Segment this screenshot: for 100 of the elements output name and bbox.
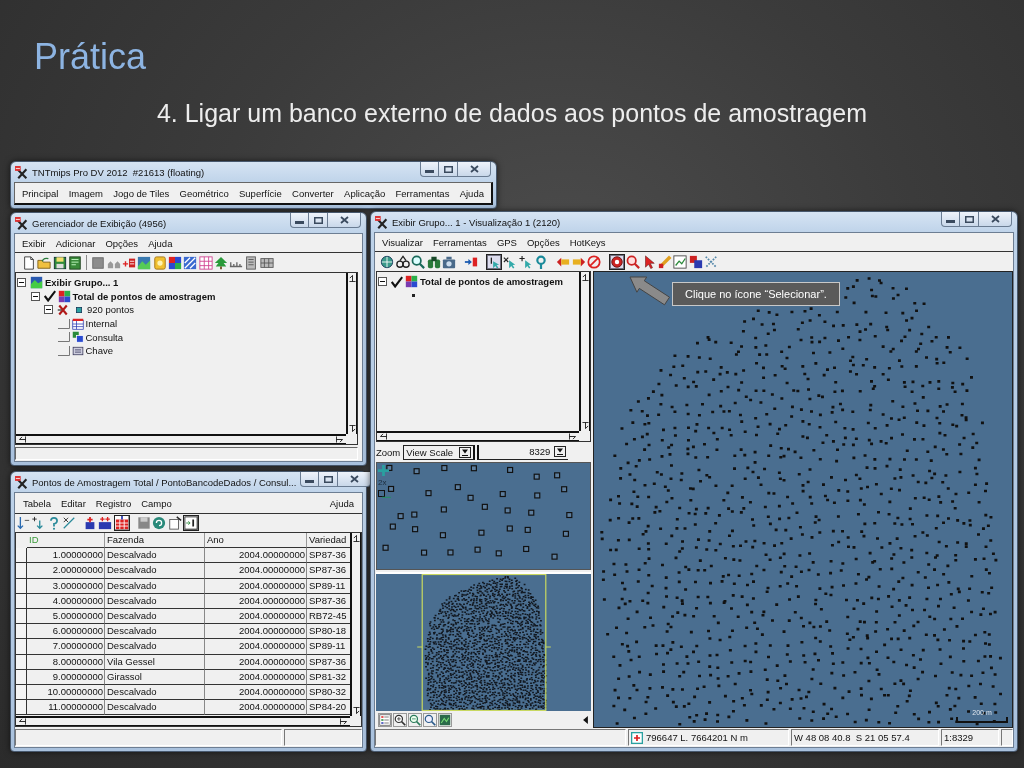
menu-item[interactable]: Exibir [22, 237, 46, 249]
scroll-down-icon[interactable] [581, 422, 589, 429]
binoculars-icon[interactable] [426, 254, 441, 269]
row-marker[interactable] [16, 563, 27, 579]
pointer-box-icon[interactable] [485, 253, 502, 270]
globe-icon[interactable] [380, 254, 394, 269]
minimize-button[interactable] [300, 472, 320, 487]
row-marker[interactable] [16, 684, 27, 701]
close-button[interactable] [338, 472, 372, 487]
edit-document-icon[interactable] [167, 515, 182, 530]
scroll-left-icon[interactable] [19, 718, 26, 725]
scroll-right-icon[interactable] [569, 433, 576, 440]
row-marker[interactable] [16, 654, 27, 670]
pin-icon[interactable] [534, 254, 549, 269]
menu-item[interactable]: Converter [292, 187, 334, 199]
collapse-icon[interactable] [44, 305, 53, 315]
menu-item[interactable]: Campo [141, 497, 172, 509]
save-icon[interactable] [52, 255, 67, 270]
menu-item[interactable]: Ferramentas [395, 187, 450, 199]
horizontal-scrollbar[interactable] [16, 434, 346, 444]
new-document-icon[interactable] [22, 255, 36, 270]
layers-icon[interactable] [688, 254, 703, 269]
checkmark-icon[interactable] [43, 290, 56, 303]
scroll-up-icon[interactable] [352, 535, 360, 542]
menu-item[interactable]: Adicionar [55, 237, 96, 249]
scroll-right-icon[interactable] [340, 718, 347, 725]
insert-records-icon[interactable] [98, 515, 113, 530]
diagonal-layer-icon[interactable] [183, 255, 198, 270]
tree-item-label[interactable]: 920 pontos [87, 304, 134, 316]
square-icon[interactable] [91, 255, 106, 270]
legend-item-label[interactable]: Total de pontos de amostragem [420, 276, 563, 288]
menu-item[interactable]: Registro [95, 497, 132, 509]
menu-item[interactable]: Visualizar [382, 236, 423, 248]
collapse-icon[interactable] [378, 277, 387, 287]
scroll-left-icon[interactable] [380, 433, 387, 440]
maximize-button[interactable] [439, 162, 458, 177]
plus-box-icon[interactable] [631, 731, 643, 744]
ruler-icon[interactable] [657, 254, 672, 269]
sort-icon[interactable] [16, 515, 30, 530]
zoom-box-icon[interactable] [378, 490, 391, 498]
scroll-down-icon[interactable] [348, 425, 356, 432]
row-marker[interactable] [16, 578, 27, 594]
list-icon[interactable] [244, 255, 259, 270]
refresh-icon[interactable] [152, 515, 167, 530]
menu-item[interactable]: Opções [105, 237, 139, 249]
scroll-left-icon[interactable] [19, 436, 26, 443]
menu-item[interactable]: Ajuda [459, 187, 484, 199]
menu-item[interactable]: Jogo de Tiles [113, 187, 170, 199]
close-button[interactable] [328, 213, 361, 228]
camera-icon[interactable] [442, 254, 457, 269]
stop-icon[interactable] [608, 253, 625, 270]
menu-item[interactable]: Opções [526, 236, 560, 248]
zoom-icon[interactable] [411, 254, 426, 269]
open-folder-icon[interactable] [37, 255, 52, 270]
tree-item-label[interactable]: Internal [85, 318, 118, 330]
row-marker[interactable] [16, 669, 27, 685]
zoom-mode-dropdown[interactable]: View Scale [403, 444, 476, 460]
row-marker[interactable] [16, 608, 27, 625]
overview-map[interactable] [376, 572, 591, 711]
rings-icon[interactable] [395, 254, 410, 269]
maximize-button[interactable] [960, 212, 979, 227]
minimize-button[interactable] [290, 213, 309, 228]
menu-item[interactable]: Superfície [239, 187, 282, 199]
chart-icon[interactable] [673, 254, 688, 269]
menu-item[interactable]: Principal [22, 187, 59, 199]
menu-item[interactable]: Geométrico [179, 187, 229, 199]
plus-icon[interactable] [378, 465, 389, 476]
row-marker[interactable] [16, 548, 27, 564]
map-thumbnail-icon[interactable] [438, 712, 452, 727]
zoom-icon[interactable] [423, 712, 437, 727]
horizontal-scrollbar[interactable] [377, 431, 579, 441]
menu-item[interactable]: Ferramentas [433, 236, 487, 248]
vertical-scrollbar[interactable] [350, 533, 361, 716]
menu-item[interactable]: Imagem [68, 187, 104, 199]
zoom-in-icon[interactable] [393, 712, 407, 727]
row-marker[interactable] [16, 593, 27, 609]
tree-item-label[interactable]: Chave [85, 345, 113, 357]
color-grid-icon[interactable] [167, 255, 182, 270]
map-document-icon[interactable] [67, 255, 82, 270]
scale-field[interactable]: 8329 [477, 444, 569, 460]
tree-icon[interactable] [213, 255, 228, 270]
maximize-button[interactable] [309, 213, 328, 228]
magnifier-icon[interactable] [626, 254, 641, 269]
menu-item[interactable]: Tabela [23, 497, 51, 509]
minimize-button[interactable] [420, 162, 439, 177]
prohibited-icon[interactable] [587, 254, 602, 269]
table-icon[interactable] [113, 514, 130, 531]
checkmark-icon[interactable] [391, 275, 403, 288]
collapse-icon[interactable] [17, 278, 26, 288]
grid-table-icon[interactable] [198, 255, 213, 270]
menu-item[interactable]: GPS [496, 236, 517, 248]
menu-item[interactable]: Aplicação [344, 187, 386, 199]
horizontal-scrollbar[interactable] [16, 716, 350, 726]
menu-item[interactable]: Ajuda [148, 237, 173, 249]
row-marker[interactable] [16, 700, 27, 716]
scroll-down-icon[interactable] [352, 707, 360, 714]
menu-item[interactable]: HotKeys [569, 236, 606, 248]
close-button[interactable] [979, 212, 1012, 227]
cross-mark-icon[interactable] [57, 304, 69, 316]
row-marker[interactable] [16, 624, 27, 640]
